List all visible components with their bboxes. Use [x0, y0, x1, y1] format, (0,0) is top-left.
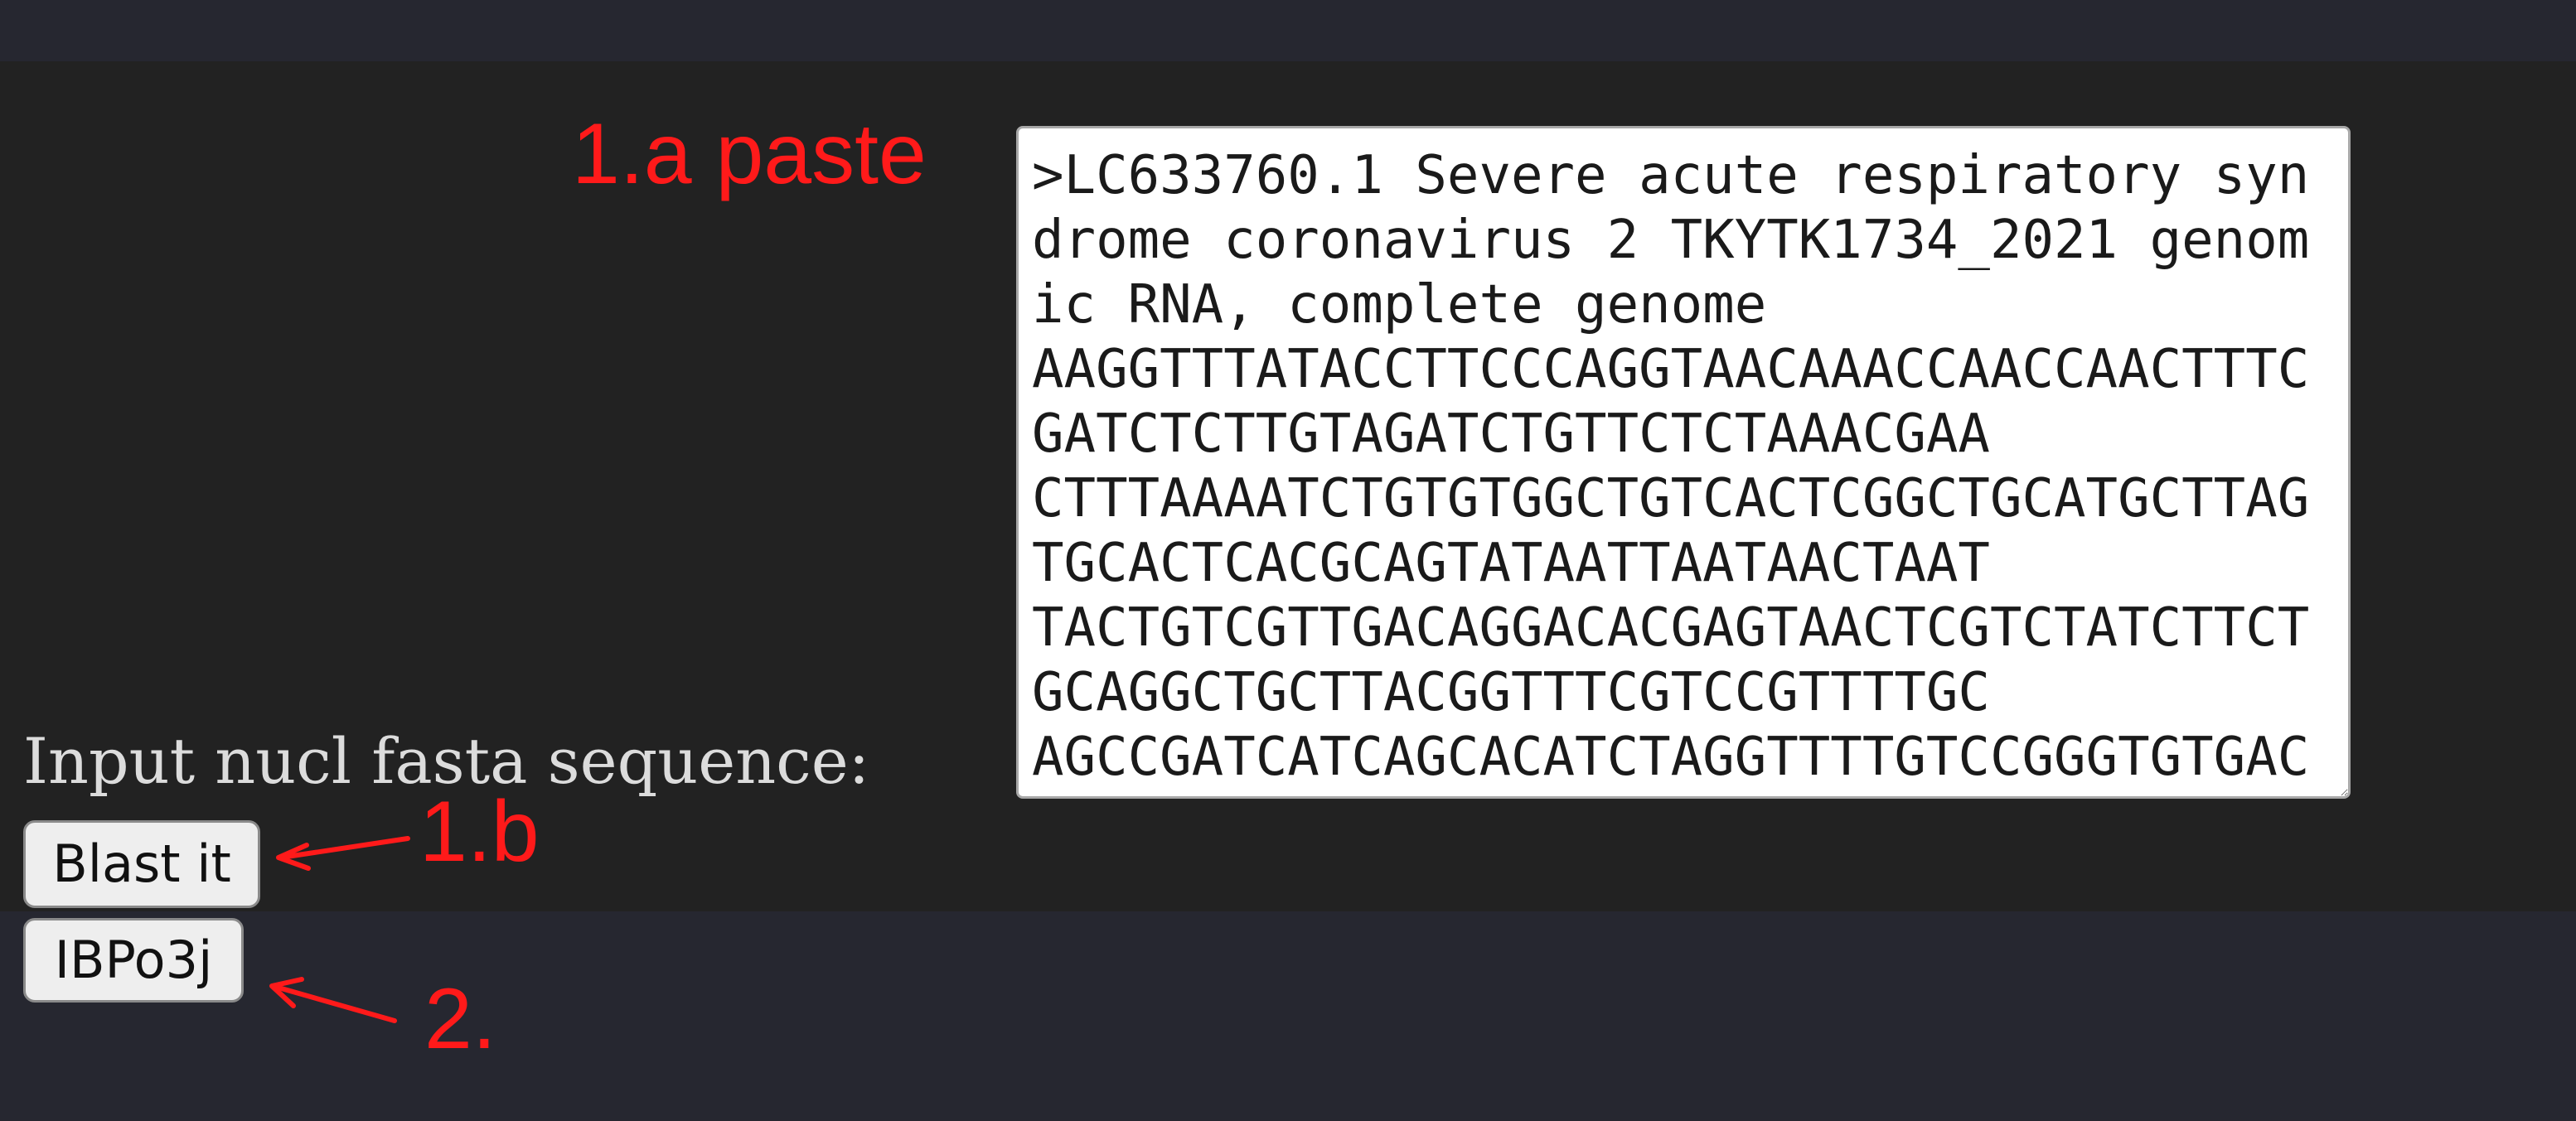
blast-it-button[interactable]: Blast it — [23, 820, 260, 908]
page: Input nucl fasta sequence: Blast it IBPo… — [0, 0, 2576, 1121]
sequence-textarea[interactable] — [1016, 126, 2351, 799]
annotation-job-label: 2. — [424, 971, 496, 1067]
sequence-form-panel: Input nucl fasta sequence: — [0, 61, 2576, 911]
job-id-button[interactable]: IBPo3j — [23, 918, 244, 1003]
annotation-paste-label: 1.a paste — [572, 106, 927, 202]
annotation-submit-label: 1.b — [419, 784, 540, 880]
arrow-to-job-button — [269, 977, 397, 1023]
